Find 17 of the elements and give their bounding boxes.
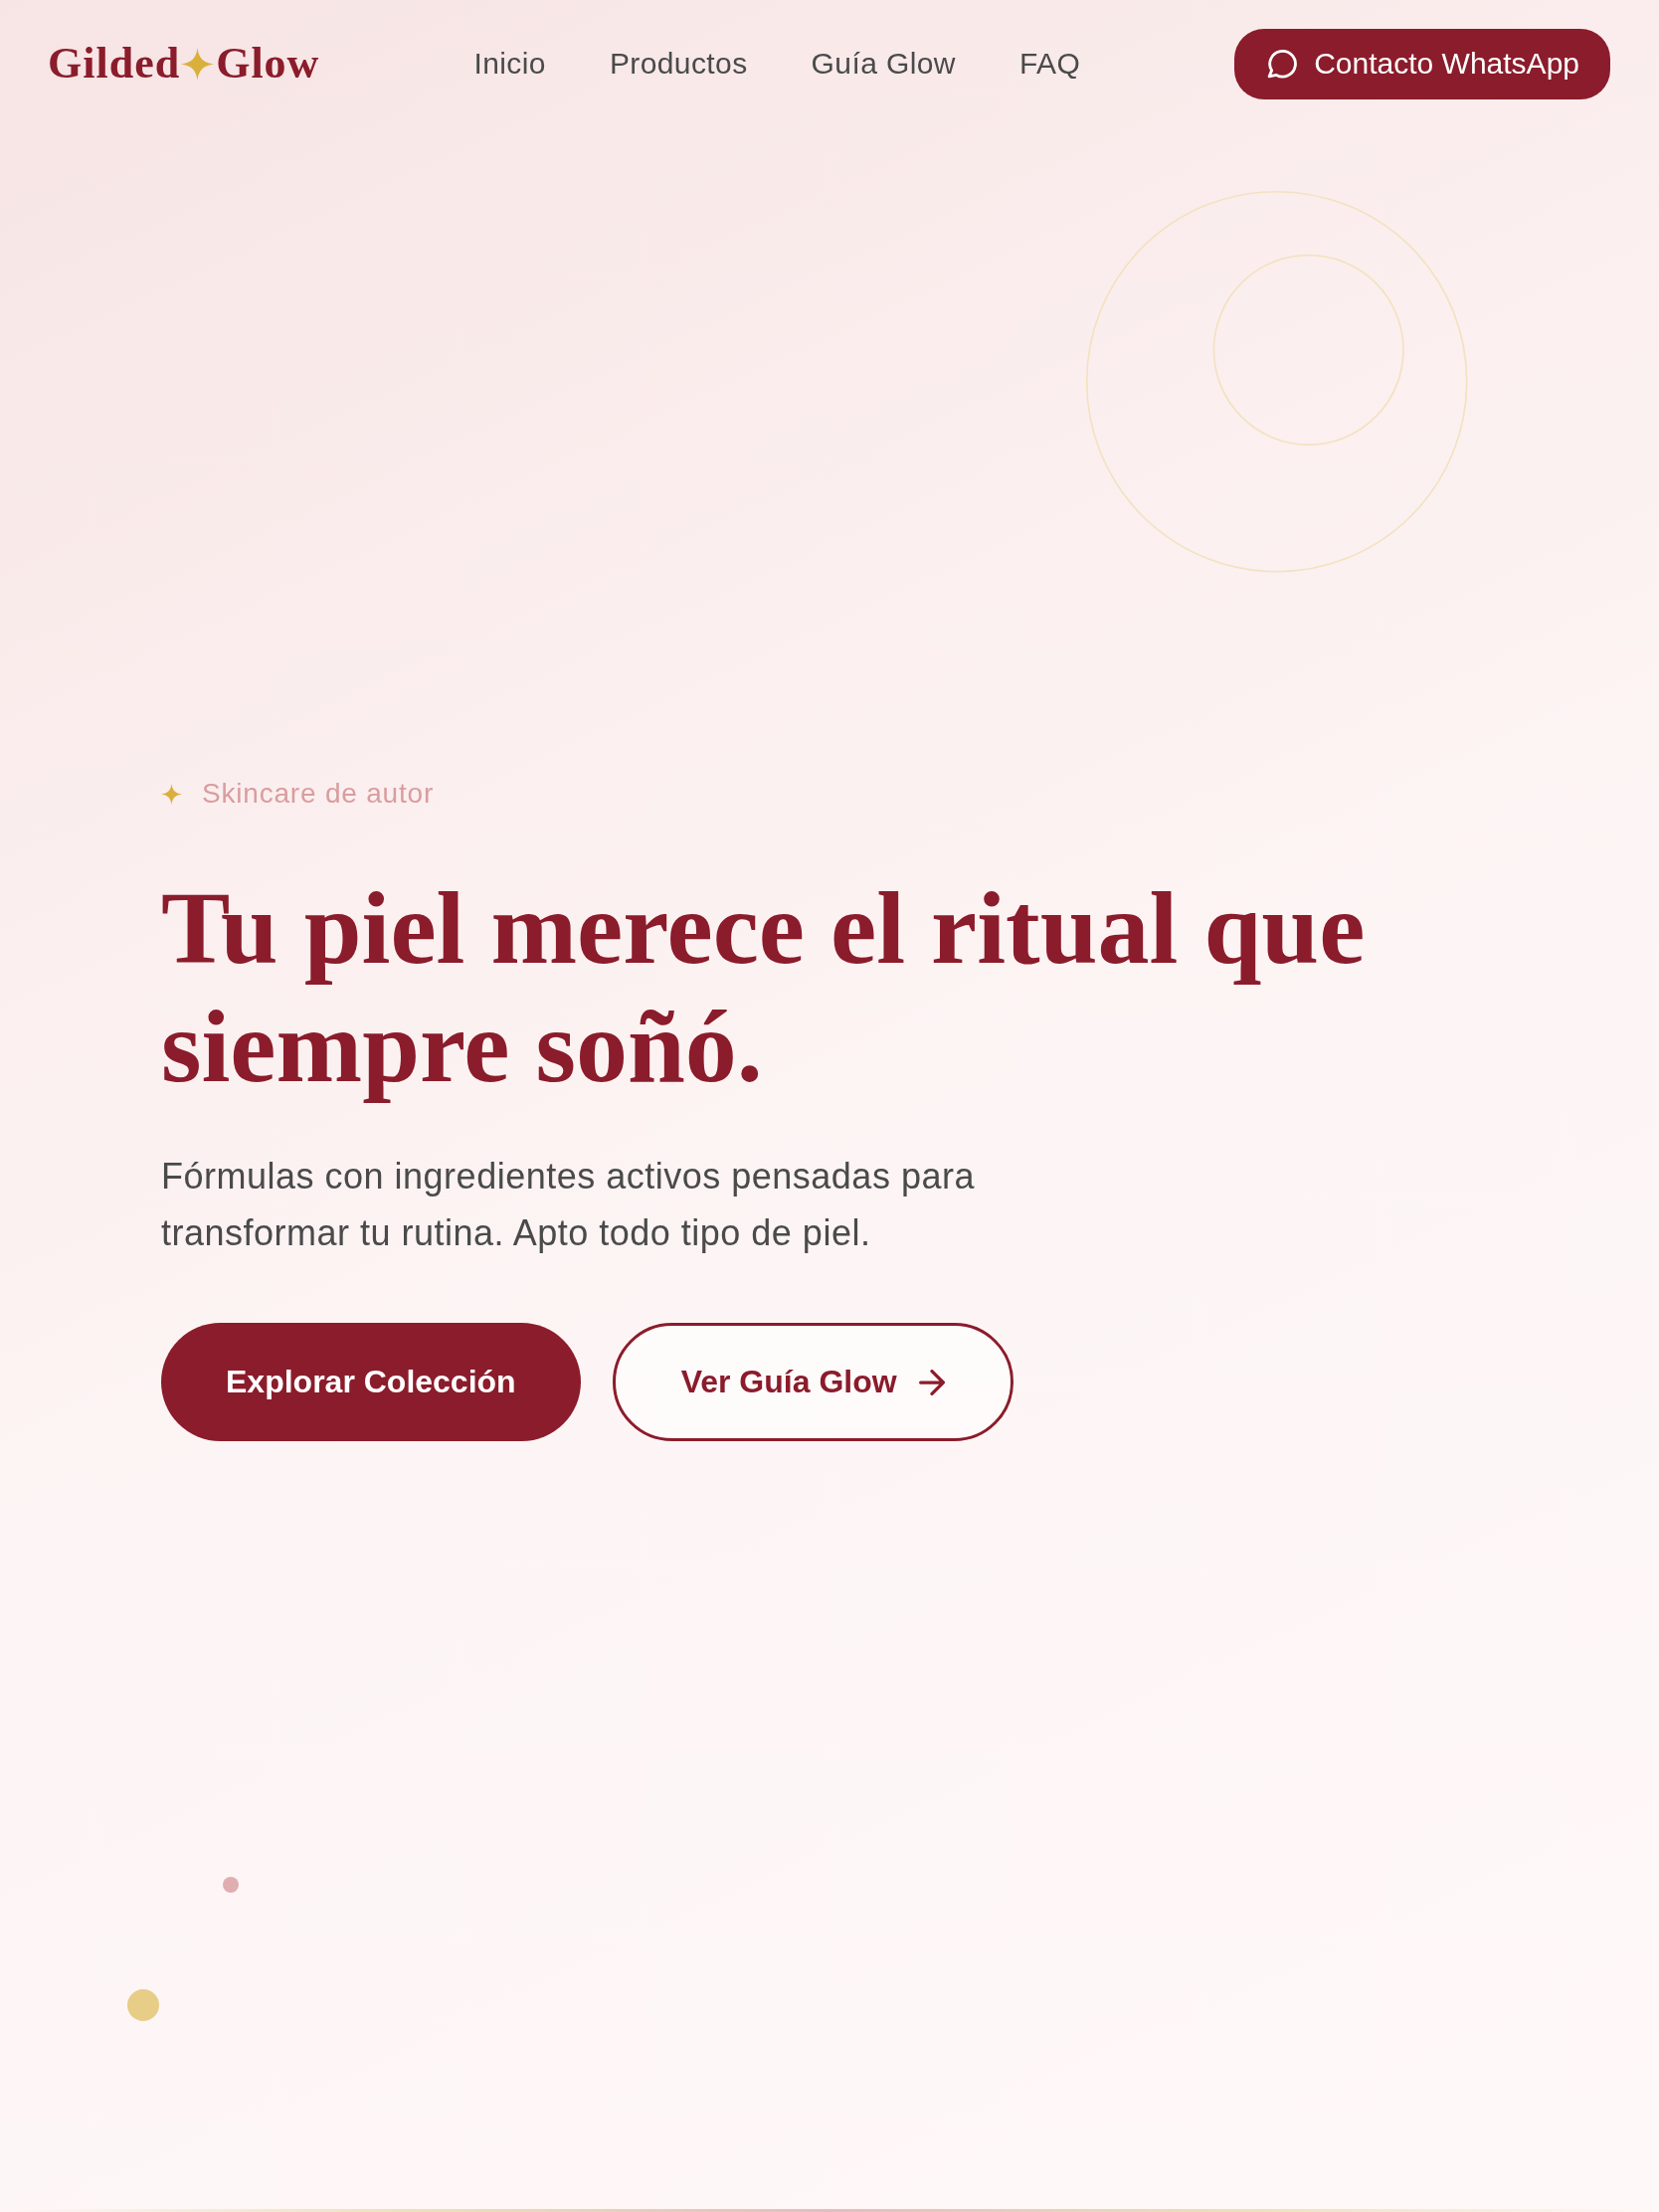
dot-icon xyxy=(223,1877,239,1893)
sparkle-icon xyxy=(161,783,182,805)
whatsapp-contact-button[interactable]: Contacto WhatsApp xyxy=(1234,28,1610,99)
dot-icon xyxy=(127,1989,159,2021)
nav-link[interactable]: Guía Glow xyxy=(811,46,956,82)
nav-link[interactable]: Inicio xyxy=(473,46,546,82)
hero-title: Tu piel merece el ritual que siempre soñó. xyxy=(161,869,1367,1105)
hero-description: Fórmulas con ingredientes activos pensadas para transformar tu rutina. Apto todo tipo de piel. xyxy=(161,1155,976,1255)
brand-logo[interactable]: Gilded Glow xyxy=(48,42,320,86)
guide-button[interactable]: Ver Guía Glow xyxy=(612,1323,1014,1441)
nav-link[interactable]: FAQ xyxy=(1018,46,1081,82)
eyebrow-text: Skincare de autor xyxy=(202,777,435,811)
explore-collection-button[interactable]: Explorar Colección xyxy=(161,1323,581,1441)
chat-bubble-icon xyxy=(1267,49,1298,79)
nav-link[interactable]: Productos xyxy=(609,46,748,82)
sparkle-icon xyxy=(181,47,215,81)
arrow-right-icon xyxy=(918,1369,945,1395)
